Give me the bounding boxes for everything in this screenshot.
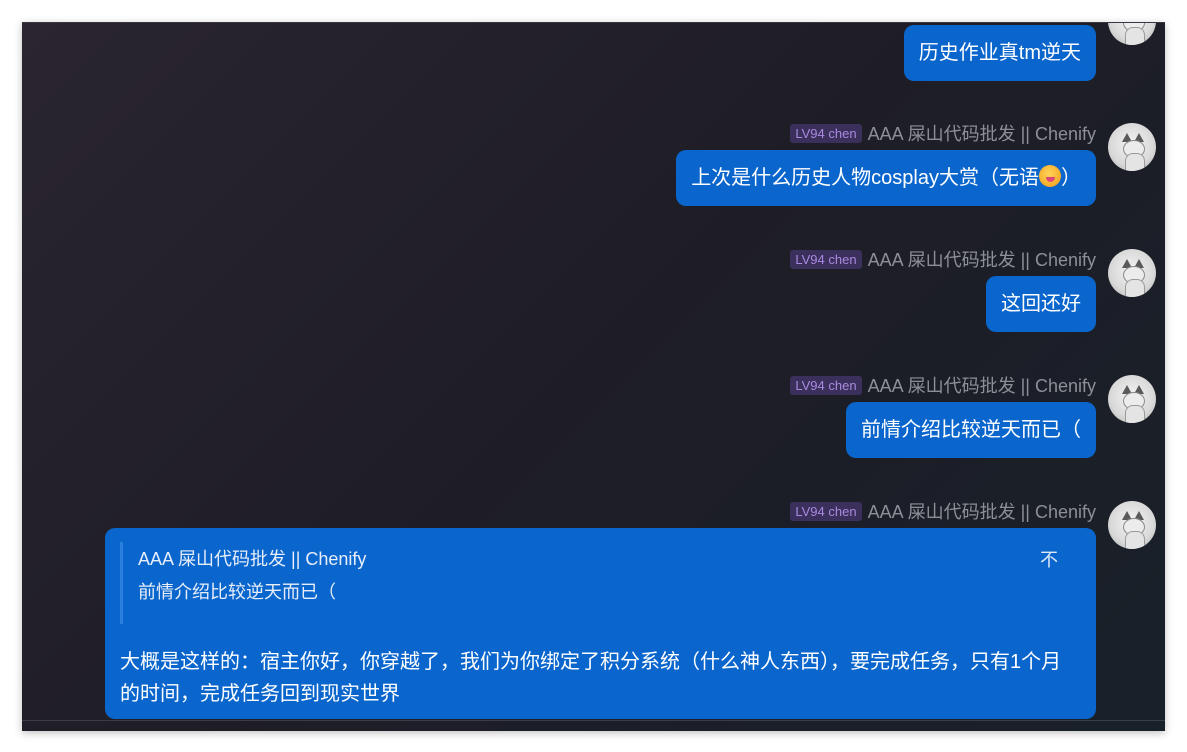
avatar[interactable] <box>1108 123 1156 171</box>
level-badge: LV94 chen <box>790 123 862 143</box>
sender-line: LV94 chen AAA 屎山代码批发 || Chenify <box>790 121 1096 145</box>
avatar[interactable] <box>1108 501 1156 549</box>
message-bubble[interactable]: 上次是什么历史人物cosplay大赏（无语 ） <box>676 150 1096 206</box>
level-badge: LV94 chen <box>790 375 862 395</box>
quote-text: 前情介绍比较逆天而已（ <box>138 582 336 602</box>
sender-line: LV94 chen AAA 屎山代码批发 || Chenify <box>790 373 1096 397</box>
sender-name[interactable]: AAA 屎山代码批发 || Chenify <box>868 498 1096 524</box>
message-text: 大概是这样的：宿主你好，你穿越了，我们为你绑定了积分系统（什么神人东西），要完成… <box>120 651 1062 705</box>
sender-name[interactable]: AAA 屎山代码批发 || Chenify <box>868 120 1096 146</box>
sender-line: LV94 chen AAA 屎山代码批发 || Chenify <box>790 247 1096 271</box>
avatar[interactable] <box>1108 23 1156 45</box>
avatar[interactable] <box>1108 249 1156 297</box>
message-text-end: ） <box>1061 167 1081 189</box>
level-badge: LV94 chen <box>790 501 862 521</box>
sender-name[interactable]: AAA 屎山代码批发 || Chenify <box>868 372 1096 398</box>
sender-line: LV94 chen AAA 屎山代码批发 || Chenify <box>790 499 1096 523</box>
chat-window: 历史作业真tm逆天 LV94 chen AAA 屎山代码批发 || Chenif… <box>22 22 1165 731</box>
message-bubble[interactable]: 前情介绍比较逆天而已（ <box>846 402 1096 458</box>
quoted-message[interactable]: AAA 屎山代码批发 || Chenify 前情介绍比较逆天而已（ 不 <box>120 542 1080 624</box>
message-text: 上次是什么历史人物cosplay大赏（无语 <box>691 167 1039 189</box>
avatar[interactable] <box>1108 375 1156 423</box>
sender-name[interactable]: AAA 屎山代码批发 || Chenify <box>868 246 1096 272</box>
message-text: 历史作业真tm逆天 <box>918 42 1081 64</box>
jump-to-quote-icon[interactable]: 不 <box>1040 546 1058 572</box>
message-text: 前情介绍比较逆天而已（ <box>861 419 1081 441</box>
message-bubble[interactable]: 历史作业真tm逆天 <box>903 25 1096 81</box>
reply-message-bubble[interactable]: AAA 屎山代码批发 || Chenify 前情介绍比较逆天而已（ 不 大概是这… <box>105 528 1096 719</box>
message-text: 这回还好 <box>1001 293 1081 315</box>
level-badge: LV94 chen <box>790 249 862 269</box>
input-divider <box>22 720 1165 721</box>
quote-author: AAA 屎山代码批发 || Chenify <box>138 549 367 569</box>
message-bubble[interactable]: 这回还好 <box>986 276 1096 332</box>
face-with-tongue-icon <box>1039 165 1061 187</box>
